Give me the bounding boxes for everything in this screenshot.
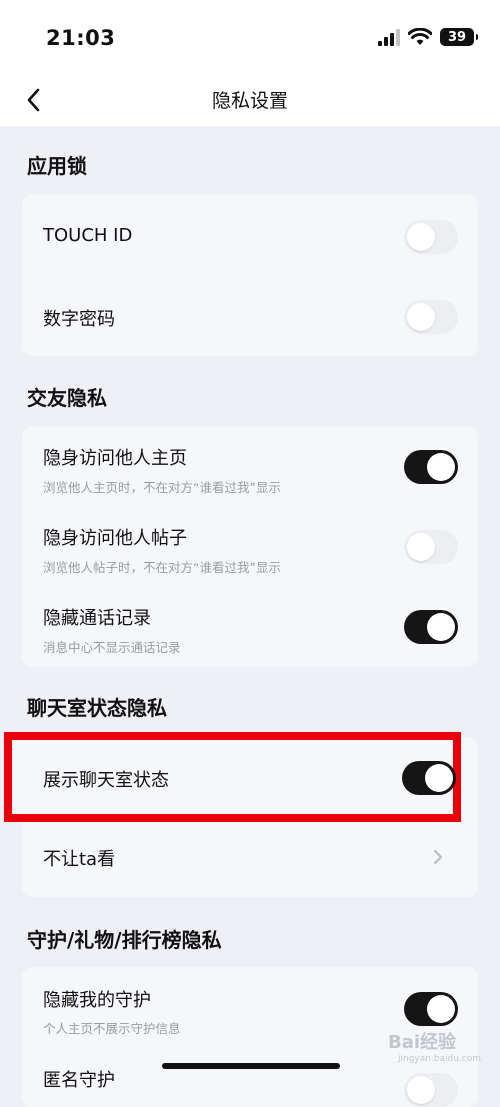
row-title: 隐藏通话记录 bbox=[43, 608, 151, 629]
section-title-chatroom-privacy: 聊天室状态隐私 bbox=[27, 696, 167, 720]
status-bar: 21:03 39 bbox=[0, 0, 500, 78]
hide-calls-toggle[interactable] bbox=[404, 610, 458, 644]
watermark: Bai经验 jingyan.baidu.com bbox=[388, 1028, 481, 1064]
row-invisible-posts: 隐身访问他人帖子 浏览他人帖子时，不在对方“谁看过我”显示 bbox=[22, 507, 478, 587]
show-chatroom-status-toggle[interactable] bbox=[402, 761, 456, 795]
toggle-knob bbox=[425, 764, 453, 792]
navigation-bar: 隐私设置 bbox=[0, 78, 500, 126]
section-title-friend-privacy: 交友隐私 bbox=[27, 386, 107, 410]
status-time: 21:03 bbox=[46, 26, 116, 50]
section-title-guard-privacy: 守护/礼物/排行榜隐私 bbox=[27, 928, 222, 952]
toggle-knob bbox=[427, 995, 455, 1023]
row-subtitle: 消息中心不显示通话记录 bbox=[43, 640, 181, 655]
battery-icon: 39 bbox=[440, 28, 478, 46]
card-app-lock: TOUCH ID 数字密码 bbox=[22, 195, 478, 356]
highlight-box: 展示聊天室状态 bbox=[4, 732, 461, 822]
row-title: 隐身访问他人帖子 bbox=[43, 528, 187, 549]
toggle-knob bbox=[407, 303, 435, 331]
section-title-app-lock: 应用锁 bbox=[27, 154, 87, 178]
card-friend-privacy: 隐身访问他人主页 浏览他人主页时，不在对方“谁看过我”显示 隐身访问他人帖子 浏… bbox=[22, 427, 478, 667]
wifi-icon bbox=[408, 28, 432, 45]
home-indicator[interactable] bbox=[162, 1063, 340, 1069]
row-title: 匿名守护 bbox=[43, 1070, 115, 1091]
chevron-right-icon bbox=[434, 850, 442, 864]
row-touch-id: TOUCH ID bbox=[22, 195, 478, 275]
status-icons: 39 bbox=[378, 28, 478, 46]
row-pin-code: 数字密码 bbox=[22, 275, 478, 355]
anonymous-guard-toggle[interactable] bbox=[404, 1073, 458, 1107]
row-hide-from[interactable]: 不让ta看 bbox=[22, 817, 478, 897]
hide-guard-toggle[interactable] bbox=[404, 992, 458, 1026]
toggle-knob bbox=[407, 1076, 435, 1104]
row-title: 隐藏我的守护 bbox=[43, 990, 151, 1011]
row-subtitle: 浏览他人主页时，不在对方“谁看过我”显示 bbox=[43, 480, 281, 495]
row-title: TOUCH ID bbox=[43, 225, 133, 246]
toggle-knob bbox=[427, 613, 455, 641]
row-hide-calls: 隐藏通话记录 消息中心不显示通话记录 bbox=[22, 587, 478, 667]
page-title: 隐私设置 bbox=[211, 90, 288, 112]
toggle-knob bbox=[407, 223, 435, 251]
touch-id-toggle[interactable] bbox=[404, 220, 458, 254]
watermark-text: Bai经验 bbox=[388, 1032, 457, 1053]
cellular-signal-icon bbox=[378, 28, 400, 46]
row-title: 不让ta看 bbox=[43, 849, 116, 870]
row-subtitle: 个人主页不展示守护信息 bbox=[43, 1021, 181, 1036]
watermark-url: jingyan.baidu.com bbox=[398, 1054, 482, 1064]
row-subtitle: 浏览他人帖子时，不在对方“谁看过我”显示 bbox=[43, 560, 281, 575]
toggle-knob bbox=[407, 533, 435, 561]
row-title: 展示聊天室状态 bbox=[43, 770, 169, 791]
invisible-posts-toggle[interactable] bbox=[404, 530, 458, 564]
row-title: 数字密码 bbox=[43, 309, 115, 330]
invisible-home-toggle[interactable] bbox=[404, 450, 458, 484]
row-invisible-home: 隐身访问他人主页 浏览他人主页时，不在对方“谁看过我”显示 bbox=[22, 427, 478, 507]
pin-code-toggle[interactable] bbox=[404, 300, 458, 334]
row-title: 隐身访问他人主页 bbox=[43, 448, 187, 469]
toggle-knob bbox=[427, 453, 455, 481]
